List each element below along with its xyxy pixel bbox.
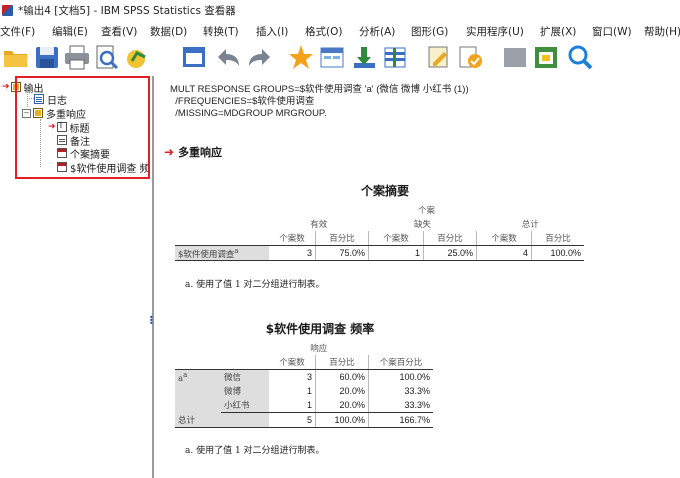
table-cell: 100.0% (315, 412, 369, 428)
print-icon[interactable] (63, 43, 91, 71)
column-header: 百分比 (423, 231, 477, 246)
table-cell: 1 (269, 398, 316, 413)
section-title: 多重响应 (178, 146, 223, 159)
footnote-marker: a (234, 246, 239, 256)
table-cell: 20.0% (315, 384, 369, 398)
goto-variable-icon[interactable] (318, 43, 346, 71)
table-cell: 5 (269, 412, 316, 428)
row-group-header: aa (175, 369, 221, 413)
designated-window-icon[interactable] (381, 43, 409, 71)
splitter-grip-icon: • • • (149, 313, 154, 328)
column-header: 个案百分比 (368, 355, 433, 370)
variables-icon[interactable] (350, 43, 378, 71)
output-content: MULT RESPONSE GROUPS=$软件使用调查 'a' (微信 微博 … (160, 76, 680, 478)
menu-data[interactable]: 数据(D) (150, 24, 187, 39)
title-bar: *输出4 [文档5] - IBM SPSS Statistics 查看器 (0, 0, 680, 20)
menu-extensions[interactable]: 扩展(X) (540, 24, 576, 39)
menu-bar: 文件(F) 编辑(E) 查看(V) 数据(D) 转换(T) 插入(I) 格式(O… (0, 20, 680, 40)
row-label: $软件使用调查 (178, 249, 235, 260)
menu-utilities[interactable]: 实用程序(U) (466, 24, 524, 39)
insert-heading-icon[interactable] (456, 43, 484, 71)
frequency-title: $软件使用调查 频率 (265, 322, 375, 336)
recall-dialog-icon[interactable] (180, 43, 208, 71)
table-cell: 4 (476, 245, 532, 261)
menu-help[interactable]: 帮助(H) (644, 24, 680, 39)
row-label: 微信 (221, 369, 269, 384)
window-title: *输出4 [文档5] - IBM SPSS Statistics 查看器 (18, 4, 236, 17)
save-icon[interactable] (33, 43, 61, 71)
toolbar (0, 40, 680, 74)
insert-text-icon[interactable] (501, 43, 529, 71)
row-label: 总计 (175, 412, 269, 428)
print-preview-icon[interactable] (93, 43, 121, 71)
column-header: 个案数 (476, 231, 532, 246)
column-header: 个案数 (269, 355, 316, 370)
table-cell: 166.7% (368, 412, 433, 428)
menu-transform[interactable]: 转换(T) (203, 24, 239, 39)
row-label: 微博 (221, 384, 269, 398)
table-cell: 25.0% (423, 245, 477, 261)
command-syntax: MULT RESPONSE GROUPS=$软件使用调查 'a' (微信 微博 … (170, 84, 469, 120)
current-item-arrow-icon: ➜ (164, 145, 175, 159)
export-icon[interactable] (124, 43, 152, 71)
case-summary-table[interactable]: 个案 有效 缺失 总计 个案数 百分比 个案数 百分比 个案数 百分比 $软件使… (175, 203, 584, 261)
syntax-line: /FREQUENCIES=$软件使用调查 (170, 96, 315, 107)
menu-insert[interactable]: 插入(I) (256, 24, 288, 39)
column-header: 个案数 (269, 231, 316, 246)
table-cell: 100.0% (368, 369, 433, 384)
menu-analyze[interactable]: 分析(A) (359, 24, 395, 39)
table-cell: 75.0% (315, 245, 369, 261)
table-cell: 20.0% (315, 398, 369, 413)
section-heading[interactable]: ➜ 多重响应 (164, 144, 222, 160)
menu-graphs[interactable]: 图形(G) (411, 24, 448, 39)
menu-window[interactable]: 窗口(W) (592, 24, 632, 39)
menu-view[interactable]: 查看(V) (101, 24, 137, 39)
case-summary-footnote: a. 使用了值 1 对二分组进行制表。 (185, 280, 325, 290)
table-cell: 60.0% (315, 369, 369, 384)
select-last-output-icon[interactable] (425, 43, 453, 71)
syntax-line: /MISSING=MDGROUP MRGROUP. (170, 108, 327, 119)
case-summary-title: 个案摘要 (360, 184, 409, 198)
column-header: 百分比 (531, 231, 584, 246)
open-folder-icon[interactable] (2, 43, 30, 71)
goto-case-icon[interactable] (287, 43, 315, 71)
footnote-marker: a (183, 370, 188, 379)
table-cell: 33.3% (368, 384, 433, 398)
table-cell: 3 (306, 372, 312, 382)
column-header: 百分比 (315, 355, 369, 370)
pane-splitter[interactable] (152, 76, 154, 478)
table-cell: 1 (368, 245, 424, 261)
syntax-line: MULT RESPONSE GROUPS=$软件使用调查 'a' (微信 微博 … (170, 84, 469, 95)
col-group-header: 缺失 (413, 220, 431, 230)
menu-edit[interactable]: 编辑(E) (52, 24, 88, 39)
spss-app-icon (2, 4, 13, 16)
search-icon[interactable] (566, 43, 594, 71)
column-header: 个案数 (368, 231, 424, 246)
designate-icon[interactable] (532, 43, 560, 71)
col-group-header: 有效 (310, 220, 328, 230)
undo-icon[interactable] (214, 43, 242, 71)
current-item-arrow-icon: ➜ (2, 82, 10, 92)
row-header: $软件使用调查a (175, 245, 269, 261)
frequency-table[interactable]: 响应 个案数 百分比 个案百分比 aa 微信 3 60.0% 100.0% 微博… (175, 341, 433, 428)
col-group-header: 总计 (521, 220, 539, 230)
row-label: 小红书 (221, 398, 269, 413)
table-cell: 33.3% (368, 398, 433, 413)
navigator-selection-highlight (15, 76, 150, 179)
column-header: 百分比 (315, 231, 369, 246)
menu-file[interactable]: 文件(F) (0, 24, 35, 39)
col-span-header: 响应 (310, 344, 328, 354)
frequency-footnote: a. 使用了值 1 对二分组进行制表。 (185, 446, 325, 456)
redo-icon[interactable] (246, 43, 274, 71)
table-cell: 1 (306, 386, 312, 396)
table-cell: 100.0% (531, 245, 584, 261)
table-cell: 3 (269, 245, 316, 261)
col-span-header: 个案 (417, 206, 435, 216)
menu-format[interactable]: 格式(O) (305, 24, 342, 39)
